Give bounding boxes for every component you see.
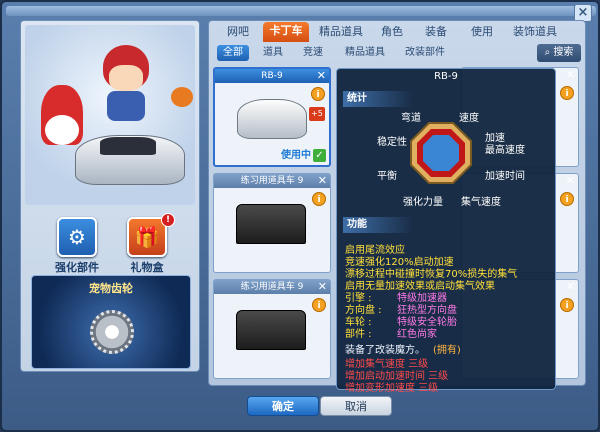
upgrade-parts-button[interactable]: ⚙	[57, 217, 97, 257]
pet-avatar	[171, 87, 193, 107]
tab-kart[interactable]: 卡丁车	[263, 22, 309, 42]
stat-boost-power: 强化力量	[403, 197, 443, 208]
kart-window	[100, 137, 156, 155]
close-icon[interactable]: ✕	[318, 281, 327, 293]
in-use-label: 使用中	[281, 150, 311, 161]
tab-use[interactable]: 使用	[459, 23, 505, 41]
main-tabs: 网吧 卡丁车 精品道具 角色 装备 使用 装饰道具	[213, 22, 583, 43]
kart-image	[236, 310, 306, 350]
character-preview	[25, 25, 195, 205]
close-icon[interactable]: ✕	[317, 70, 326, 82]
info-icon[interactable]: i	[560, 86, 574, 100]
functions-header: 功能	[343, 217, 413, 233]
item-tooltip: RB-9 统计 弯道 速度 稳定性 加速 最高速度 平衡 加速时间 强化力量 集…	[336, 68, 556, 394]
close-icon[interactable]: ✕	[566, 69, 575, 81]
gift-box-label: 礼物盒	[130, 261, 164, 274]
stat-gather-speed: 集气速度	[461, 197, 501, 208]
item-card-rb9[interactable]: RB-9 ✕ i +5 使用中 ✓	[213, 67, 331, 167]
santa-beard	[45, 115, 79, 145]
stat-balance: 平衡	[377, 171, 397, 182]
gear-icon	[90, 310, 134, 354]
cancel-button[interactable]: 取消	[320, 396, 392, 416]
close-icon[interactable]: ✕	[566, 175, 575, 187]
stat-stability: 稳定性	[377, 137, 407, 148]
item-title: 练习用道具车 9	[214, 280, 330, 294]
info-icon[interactable]: i	[560, 192, 574, 206]
upgrade-icon: ⚙	[68, 225, 86, 249]
subtab-premium[interactable]: 精品道具	[337, 45, 393, 61]
subtab-racing[interactable]: 竞速	[297, 45, 329, 61]
character-preview-panel: ⚙ 🎁 ! 强化部件 礼物盒 宠物齿轮	[20, 20, 200, 372]
sub-tabs: 全部 道具 竞速 精品道具 改装部件	[213, 45, 583, 63]
pet-gear-title: 宠物齿轮	[89, 282, 133, 295]
magic-line: 增加变形加速度 三级	[345, 383, 439, 394]
shop-window: × ⚙ 🎁 ! 强化部件 礼物盒 宠物齿轮 网吧 卡丁车 精品道具 角色 装备 …	[0, 0, 600, 432]
magic-owned: (拥有)	[433, 345, 461, 356]
stat-curve: 弯道	[401, 113, 421, 124]
confirm-button[interactable]: 确定	[247, 396, 319, 416]
tooltip-title: RB-9	[434, 71, 458, 82]
item-card-practice[interactable]: 练习用道具车 9 ✕ i	[213, 173, 331, 273]
stat-max-speed: 最高速度	[485, 145, 525, 156]
tab-character[interactable]: 角色	[369, 23, 415, 41]
stat-speed: 速度	[459, 113, 479, 124]
part-component-value: 红色尚家	[397, 329, 437, 340]
title-bar	[6, 6, 596, 16]
search-icon: ⌕	[544, 47, 551, 58]
info-icon[interactable]: i	[312, 298, 326, 312]
tab-equipment[interactable]: 装备	[413, 23, 459, 41]
close-icon[interactable]: ✕	[318, 175, 327, 187]
item-card-practice[interactable]: 练习用道具车 9 ✕ i	[213, 279, 331, 379]
tab-netcafe[interactable]: 网吧	[215, 23, 261, 41]
part-component-label: 部件 :	[345, 329, 372, 340]
gift-icon: 🎁	[134, 225, 160, 249]
stats-radar-chart	[410, 122, 472, 184]
gift-notification-badge: !	[161, 213, 175, 227]
subtab-all[interactable]: 全部	[217, 45, 249, 61]
kart-image	[236, 204, 306, 244]
search-label: 搜索	[553, 47, 574, 58]
item-title: RB-9	[215, 69, 329, 83]
close-icon[interactable]: ✕	[566, 281, 575, 293]
character-face	[109, 65, 143, 91]
subtab-items[interactable]: 道具	[257, 45, 289, 61]
pet-gear-panel[interactable]: 宠物齿轮	[31, 275, 191, 369]
tab-decoration[interactable]: 装饰道具	[505, 23, 565, 41]
check-icon: ✓	[313, 149, 326, 162]
info-icon[interactable]: i	[312, 192, 326, 206]
info-icon[interactable]: i	[560, 298, 574, 312]
upgrade-parts-label: 强化部件	[55, 261, 99, 274]
kart-image	[237, 99, 307, 139]
info-icon[interactable]: i	[311, 87, 325, 101]
subtab-mods[interactable]: 改装部件	[397, 45, 453, 61]
stat-accel-time: 加速时间	[485, 171, 525, 182]
upgrade-level-badge: +5	[309, 107, 325, 121]
item-title: 练习用道具车 9	[214, 174, 330, 188]
search-button[interactable]: ⌕ 搜索	[537, 44, 581, 62]
magic-intro: 装备了改装魔方。	[345, 345, 425, 356]
character-body	[107, 91, 145, 121]
tab-premium-items[interactable]: 精品道具	[313, 23, 369, 41]
stats-header: 统计	[343, 91, 413, 107]
